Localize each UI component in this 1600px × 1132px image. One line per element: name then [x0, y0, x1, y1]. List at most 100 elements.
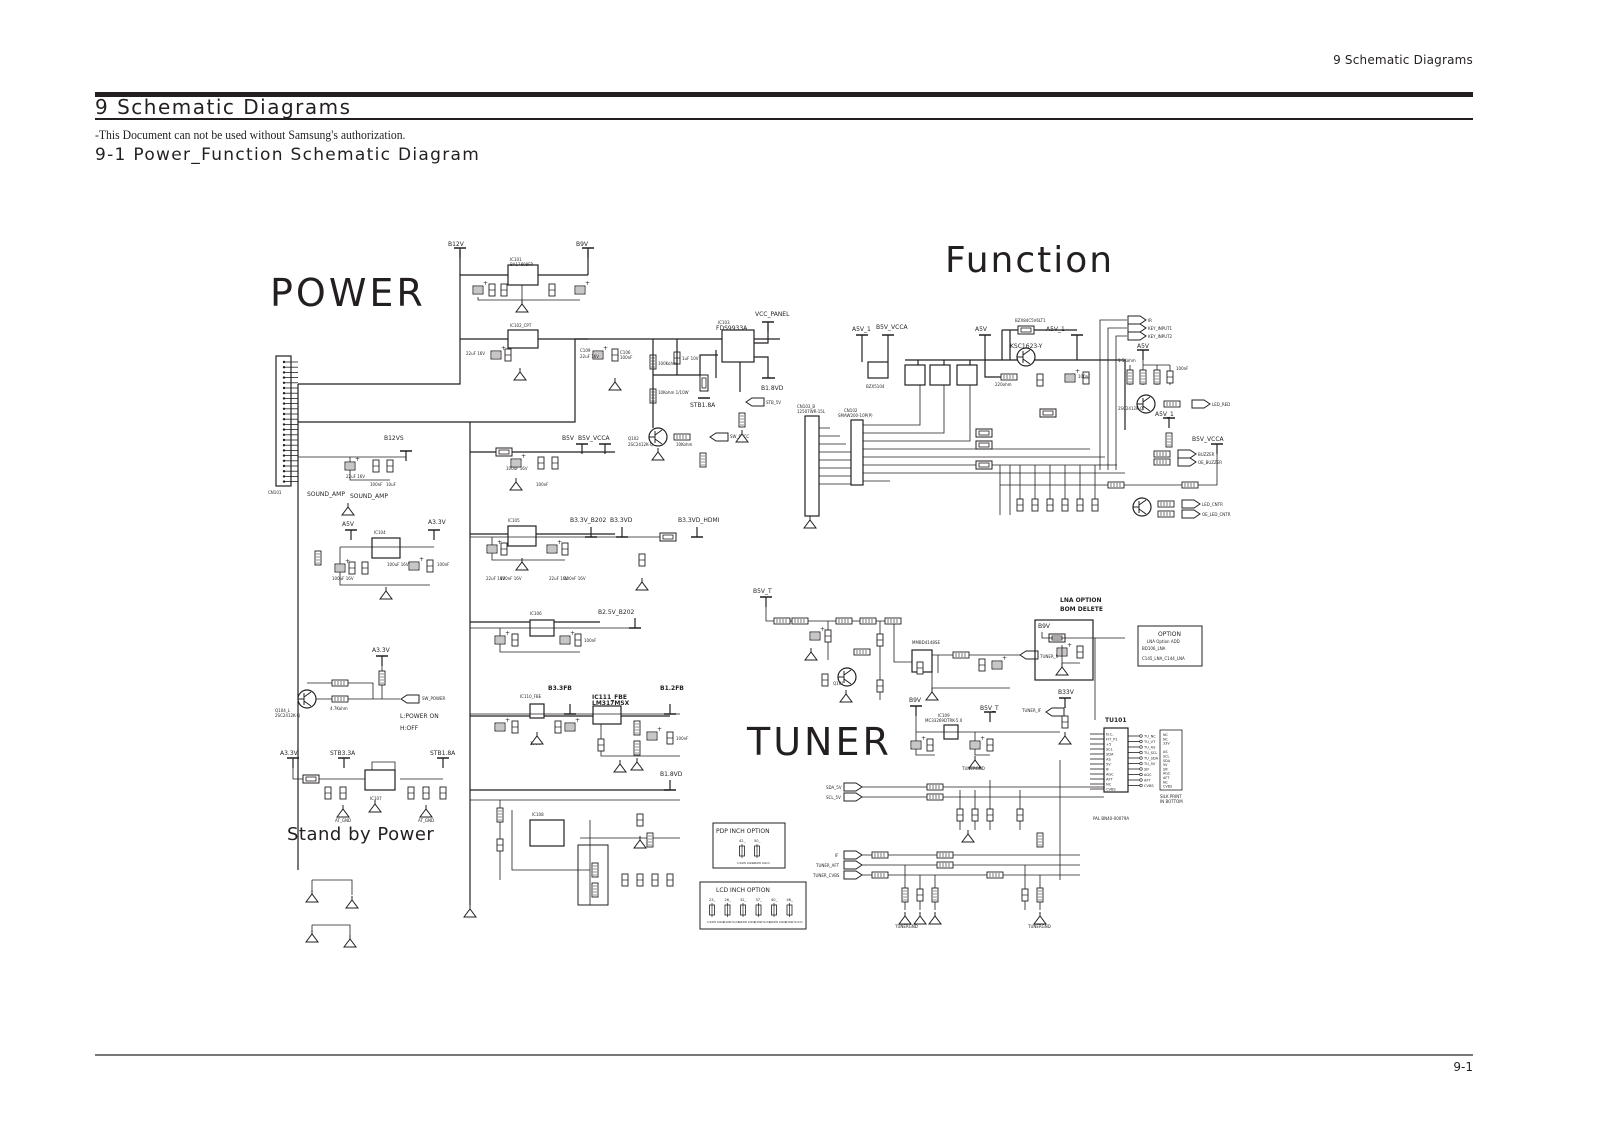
- cn101-pin: [282, 480, 286, 483]
- tunergnd-label-1: TUNERGND: [961, 766, 985, 771]
- ic107: [364, 769, 396, 791]
- net-a5v: A5V: [342, 521, 355, 528]
- net-b9v: B9V: [576, 241, 589, 248]
- ic105: [507, 525, 537, 547]
- tuner-pin-label: FIT_P1: [1106, 738, 1118, 742]
- c127-val: 100uF 16V: [332, 576, 354, 581]
- cn101-pin: [282, 407, 286, 410]
- port-buzzer: BUZZER: [1198, 452, 1215, 457]
- net-b3-3vd-hdmi: B3.3VD_HDMI: [678, 517, 720, 524]
- r101-val: 220ohm: [995, 382, 1012, 387]
- inch-option-label: 37_: [756, 898, 763, 902]
- tuner-signal-terminal: [1139, 778, 1143, 782]
- port-key-input2: KEY_INPUT2: [1148, 334, 1173, 339]
- ic110: [529, 703, 545, 719]
- cn101-pin: [282, 418, 286, 421]
- inch-option-label: 32_: [740, 898, 747, 902]
- port-tuner-aft: TUNER_AFT: [815, 863, 840, 868]
- block-title-tuner: TUNER: [746, 720, 892, 764]
- tuner-signal-terminal: [1139, 745, 1143, 749]
- tuner-pin-label: AGC: [1106, 773, 1114, 777]
- port-ir: IR: [1148, 318, 1152, 323]
- tuner-signal-terminal: [1139, 756, 1143, 760]
- schematic-diagram: + POWER Function TUNER Stand by Power CN…: [268, 240, 1231, 948]
- tuner-pin-label: +5: [1106, 743, 1111, 747]
- ic108: [529, 819, 565, 847]
- cn101-pin: [282, 412, 286, 416]
- cn101-pin: [282, 444, 286, 447]
- inch-option-label: 42_: [739, 839, 746, 843]
- net-b1-8vd-2: B1.8VD: [660, 771, 683, 778]
- tuner-signal-label: TU_SCL: [1143, 751, 1157, 755]
- tuner-signal-label: TU_VT: [1143, 740, 1156, 744]
- inch-option-label: 26_: [725, 898, 732, 902]
- lcd-option-title: LCD INCH OPTION: [716, 887, 770, 894]
- cn101-pin: [282, 433, 286, 436]
- ic110-label: IC110_FBE: [520, 694, 542, 699]
- net-stb1-8a: STB1.8A: [690, 402, 716, 409]
- net-b5v-vcca-2: B5V_VCCA: [1192, 436, 1225, 443]
- tuner-signal-terminal: [1139, 739, 1143, 744]
- silk-note-2: IN BOTTOM: [1160, 799, 1183, 804]
- c109-val: 22uF 16V: [580, 354, 599, 359]
- net-b9v-2: B9V: [909, 697, 922, 704]
- port-scl-5v: SCL_5V: [826, 795, 841, 800]
- c183-val: 100nF: [676, 736, 689, 741]
- net-a5v-2: A5V: [1137, 343, 1150, 350]
- option-title: OPTION: [1158, 631, 1181, 638]
- d105-part: MMBD4148SE: [912, 640, 940, 645]
- q102-part: 2SC2412K-Q: [628, 442, 653, 447]
- port-oe-led-cntr: OE_LED_CNTR: [1202, 512, 1231, 517]
- tuner-signal-label: TU_NC: [1143, 735, 1156, 739]
- c131-val: 100nF 16V: [500, 576, 522, 581]
- tuner-pin-label: IF: [1106, 768, 1109, 772]
- ic107-label: IC107: [370, 796, 382, 801]
- port-oe-buzzer: OE_BUZZER: [1198, 460, 1222, 465]
- q101t-label: Q101: [833, 681, 844, 686]
- ic111: [592, 705, 622, 725]
- cn101-pin: [282, 423, 286, 426]
- cn101-label: CN101: [268, 490, 282, 495]
- net-b1-8vd: B1.8VD: [761, 385, 784, 392]
- net-b3-3v-b202: B3.3V_B202: [570, 517, 607, 524]
- ic109-part: MC33269DTRK-5.0: [925, 718, 963, 723]
- c109-label: C109: [580, 348, 591, 353]
- cn101-pin: [282, 449, 286, 452]
- q101-part: KSC1623-Y: [1010, 343, 1043, 350]
- ic101: [507, 264, 539, 286]
- d108: [867, 361, 889, 379]
- ic104-label: IC104: [374, 530, 386, 535]
- tunergnd-label-3: TUNERGND: [1027, 924, 1051, 929]
- tuner-signal-label: AFT: [1144, 779, 1151, 783]
- net-stb1-8a-2: STB1.8A: [430, 750, 456, 757]
- tuner-signal-label: TU_AS: [1143, 746, 1156, 750]
- c126-val: 100uF 16V: [387, 562, 409, 567]
- c116-val: 10uF: [386, 482, 397, 487]
- port-tuner-cvbs: TUNER_CVBS: [812, 873, 840, 878]
- block-title-power: POWER: [270, 271, 426, 315]
- r102-val: 100Kohm: [658, 361, 677, 366]
- ic105-label: IC105: [508, 518, 520, 523]
- tuner-signal-label: CVBS: [1144, 784, 1154, 788]
- net-b33v: B33V: [1058, 689, 1075, 696]
- cn101-pin: [282, 381, 286, 384]
- net-b5v: B5V: [562, 435, 575, 442]
- tuner-signal-terminal: [1139, 767, 1143, 771]
- cn101-pin: [282, 464, 286, 468]
- cn101-pin: [282, 371, 286, 374]
- net-a3-3v: A3.3V: [428, 519, 447, 526]
- tuner-pin-label: AS: [1106, 758, 1111, 762]
- cn101-pin: [282, 428, 286, 431]
- lna-option-title-2: BOM DELETE: [1060, 606, 1103, 613]
- option-line-1: LNA Option ADD: [1147, 639, 1180, 644]
- r-1-5k: 1.5Kohm: [1118, 358, 1136, 363]
- ic111-part: LM317MSX: [592, 700, 630, 707]
- power-off-note: H:OFF: [400, 725, 419, 732]
- net-b12v: B12V: [448, 241, 465, 248]
- connector-cn102: [850, 419, 864, 486]
- net-a5v-1c: A5V_1: [1155, 411, 1174, 418]
- tuner-signal-terminal: [1139, 761, 1143, 766]
- tuner-pin-label: NC: [1106, 783, 1112, 787]
- tuner-pin-label: AFT: [1106, 778, 1113, 782]
- r112-val: 4.7Kohm: [330, 706, 348, 711]
